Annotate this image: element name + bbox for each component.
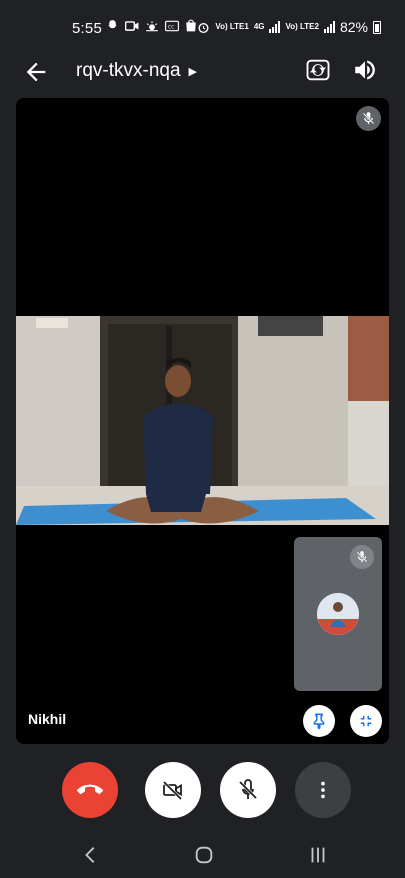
fullscreen-exit-icon <box>360 715 372 727</box>
battery-icon <box>373 20 381 34</box>
home-icon[interactable] <box>193 844 215 866</box>
exit-fullscreen-button[interactable] <box>350 705 382 737</box>
network-label-1: Vo) LTE1 <box>215 22 249 31</box>
more-options-button[interactable] <box>295 762 351 818</box>
alarm-icon <box>198 22 209 33</box>
back-icon[interactable] <box>80 844 102 866</box>
back-arrow-icon[interactable] <box>22 58 50 86</box>
camera-off-icon <box>162 780 183 801</box>
call-controls <box>0 762 405 818</box>
mic-off-icon <box>238 779 258 800</box>
self-view-tile[interactable] <box>294 537 382 691</box>
speaker-icon[interactable] <box>352 57 378 83</box>
participant-name: Nikhil <box>28 711 67 727</box>
chevron-right-icon: ▶ <box>188 65 197 78</box>
system-icons: Vo) LTE1 4G Vo) LTE2 82% <box>197 19 381 35</box>
system-nav-bar <box>0 836 405 878</box>
signal-icon-2 <box>323 21 335 33</box>
pin-icon <box>313 713 325 730</box>
cc-icon: CC <box>165 20 179 31</box>
signal-icon <box>269 21 281 33</box>
snapchat-icon <box>108 20 117 29</box>
avatar <box>317 593 359 635</box>
more-vert-icon <box>321 781 325 799</box>
meeting-code: rqv-tkvx-nqa <box>76 60 181 81</box>
recents-icon[interactable] <box>306 844 330 866</box>
participant-tile[interactable]: Nikhil <box>16 98 389 744</box>
video-icon <box>125 20 139 31</box>
mic-off-icon <box>356 551 368 563</box>
battery-percent: 82% <box>339 19 368 35</box>
bag-icon <box>186 19 196 32</box>
weather-icon <box>146 20 158 31</box>
mic-off-icon <box>362 112 375 125</box>
notification-icons: CC <box>106 19 197 32</box>
status-time: 5:55 <box>72 20 102 37</box>
switch-camera-icon[interactable] <box>304 56 332 84</box>
self-mic-off-indicator <box>350 545 374 569</box>
video-frame <box>16 316 389 525</box>
svg-text:CC: CC <box>168 24 175 30</box>
hang-up-icon <box>77 784 103 795</box>
network-label-2: 4G <box>253 22 265 31</box>
top-app-bar: rqv-tkvx-nqa ▶ <box>0 52 405 90</box>
network-label-3: Vo) LTE2 <box>285 22 319 31</box>
participant-video-feed <box>16 316 389 525</box>
camera-toggle-button[interactable] <box>145 762 201 818</box>
mic-toggle-button[interactable] <box>220 762 276 818</box>
end-call-button[interactable] <box>62 762 118 818</box>
participant-mic-off-indicator <box>356 106 381 131</box>
meeting-code-button[interactable]: rqv-tkvx-nqa ▶ <box>76 60 197 82</box>
status-bar: 5:55 CC Vo) LTE1 4G Vo) LTE2 82% <box>0 0 405 50</box>
pin-button[interactable] <box>303 705 335 737</box>
